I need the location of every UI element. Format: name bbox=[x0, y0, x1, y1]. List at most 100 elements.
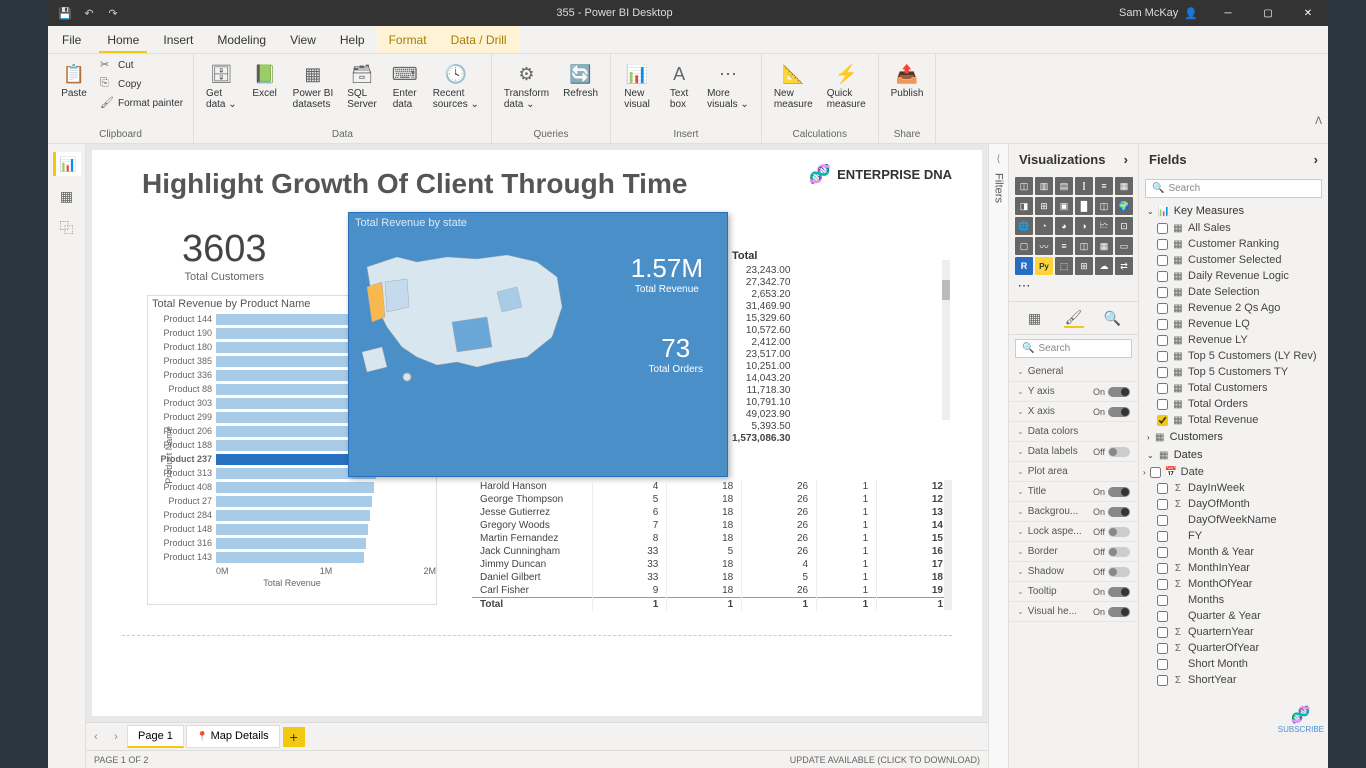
field-checkbox[interactable] bbox=[1157, 383, 1168, 394]
transform-data-button[interactable]: ⚙Transform data ⌄ bbox=[498, 56, 555, 114]
toggle-switch[interactable]: On bbox=[1093, 387, 1130, 397]
viz-type-icon[interactable]: ⊡ bbox=[1115, 217, 1133, 235]
format-section-lockaspe[interactable]: ⌄Lock aspe...Off bbox=[1009, 522, 1138, 542]
field-item[interactable]: ▦Revenue 2 Qs Ago bbox=[1139, 300, 1328, 316]
viz-type-icon[interactable]: ◕ bbox=[1055, 217, 1073, 235]
new-measure-button[interactable]: 📐New measure bbox=[768, 56, 819, 114]
report-view-button[interactable]: 📊 bbox=[53, 152, 81, 176]
viz-type-icon[interactable]: R bbox=[1015, 257, 1033, 275]
toggle-switch[interactable]: On bbox=[1093, 407, 1130, 417]
toggle-switch[interactable]: Off bbox=[1093, 567, 1130, 577]
add-page-button[interactable]: + bbox=[283, 727, 305, 747]
field-checkbox[interactable] bbox=[1157, 563, 1168, 574]
field-item[interactable]: FY bbox=[1139, 528, 1328, 544]
field-item[interactable]: ΣQuarterOfYear bbox=[1139, 640, 1328, 656]
field-checkbox[interactable] bbox=[1157, 303, 1168, 314]
publish-button[interactable]: 📤Publish bbox=[885, 56, 930, 103]
field-group-dates[interactable]: ⌄▦Dates bbox=[1139, 446, 1328, 464]
field-item[interactable]: DayOfWeekName bbox=[1139, 512, 1328, 528]
toggle-switch[interactable]: Off bbox=[1093, 547, 1130, 557]
format-tab-icon[interactable]: 🖌 bbox=[1064, 308, 1084, 328]
viz-type-icon[interactable]: ⬚ bbox=[1055, 257, 1073, 275]
file-menu[interactable]: File bbox=[48, 26, 95, 53]
field-checkbox[interactable] bbox=[1157, 531, 1168, 542]
format-painter-button[interactable]: 🖌Format painter bbox=[96, 94, 187, 112]
toggle-switch[interactable]: On bbox=[1093, 487, 1130, 497]
format-section-yaxis[interactable]: ⌄Y axisOn bbox=[1009, 382, 1138, 402]
format-section-title[interactable]: ⌄TitleOn bbox=[1009, 482, 1138, 502]
kpi-total-customers[interactable]: 3603 Total Customers bbox=[182, 228, 267, 283]
field-checkbox[interactable] bbox=[1157, 595, 1168, 606]
viz-type-icon[interactable]: ◑ bbox=[1075, 217, 1093, 235]
filters-pane[interactable]: ⟨ Filters bbox=[988, 144, 1008, 768]
field-checkbox[interactable] bbox=[1157, 643, 1168, 654]
format-section-general[interactable]: ⌄General bbox=[1009, 362, 1138, 382]
menu-tab-format[interactable]: Format bbox=[377, 26, 439, 53]
viz-type-icon[interactable]: ☁ bbox=[1095, 257, 1113, 275]
user-account[interactable]: Sam McKay 👤 bbox=[1109, 7, 1208, 20]
table-visual[interactable]: Harold Hanson41826112George Thompson5182… bbox=[472, 480, 952, 611]
field-item[interactable]: ΣDayInWeek bbox=[1139, 480, 1328, 496]
menu-tab-home[interactable]: Home bbox=[95, 26, 151, 53]
viz-type-icon[interactable]: ▣ bbox=[1055, 197, 1073, 215]
get-data-button[interactable]: 🗄Get data ⌄ bbox=[200, 56, 243, 114]
field-checkbox[interactable] bbox=[1157, 659, 1168, 670]
page-next-button[interactable]: › bbox=[106, 731, 126, 743]
viz-type-icon[interactable]: ▥ bbox=[1035, 177, 1053, 195]
enter-data-button[interactable]: ⌨Enter data bbox=[385, 56, 425, 114]
text-box-button[interactable]: AText box bbox=[659, 56, 699, 114]
field-checkbox[interactable] bbox=[1157, 287, 1168, 298]
table-row[interactable]: George Thompson51826112 bbox=[472, 493, 952, 506]
field-item[interactable]: ▦All Sales bbox=[1139, 220, 1328, 236]
viz-type-icon[interactable]: Py bbox=[1035, 257, 1053, 275]
field-item[interactable]: ΣMonthInYear bbox=[1139, 560, 1328, 576]
report-canvas[interactable]: Highlight Growth Of Client Through Time … bbox=[92, 150, 982, 716]
field-item[interactable]: ▦Customer Selected bbox=[1139, 252, 1328, 268]
table-row[interactable]: Jimmy Duncan33184117 bbox=[472, 558, 952, 571]
fields-header[interactable]: Fields› bbox=[1139, 144, 1328, 175]
undo-icon[interactable]: ↶ bbox=[82, 6, 96, 20]
viz-type-icon[interactable]: ≡ bbox=[1095, 177, 1113, 195]
field-item[interactable]: ▦Total Revenue bbox=[1139, 412, 1328, 428]
format-search-input[interactable]: 🔍Search bbox=[1015, 339, 1132, 358]
field-checkbox[interactable] bbox=[1157, 547, 1168, 558]
format-section-tooltip[interactable]: ⌄TooltipOn bbox=[1009, 582, 1138, 602]
paste-button[interactable]: 📋Paste bbox=[54, 56, 94, 103]
page-tab[interactable]: Map Details bbox=[186, 725, 280, 748]
format-section-datacolors[interactable]: ⌄Data colors bbox=[1009, 422, 1138, 442]
table-row[interactable]: Daniel Gilbert33185118 bbox=[472, 571, 952, 584]
field-checkbox[interactable] bbox=[1157, 335, 1168, 346]
field-checkbox[interactable] bbox=[1157, 239, 1168, 250]
page-tab[interactable]: Page 1 bbox=[127, 725, 184, 748]
menu-tab-modeling[interactable]: Modeling bbox=[205, 26, 278, 53]
toggle-switch[interactable]: On bbox=[1093, 587, 1130, 597]
menu-tab-data---drill[interactable]: Data / Drill bbox=[439, 26, 519, 53]
analytics-tab-icon[interactable]: 🔍 bbox=[1103, 308, 1123, 328]
viz-type-icon[interactable]: ◫ bbox=[1015, 177, 1033, 195]
new-visual-button[interactable]: 📊New visual bbox=[617, 56, 657, 114]
fields-tab-icon[interactable]: ▦ bbox=[1025, 308, 1045, 328]
viz-type-icon[interactable]: ≡ bbox=[1055, 237, 1073, 255]
filters-expand-icon[interactable]: ⟨ bbox=[997, 154, 1001, 165]
fields-search-input[interactable]: 🔍Search bbox=[1145, 179, 1322, 198]
field-item[interactable]: ΣDayOfMonth bbox=[1139, 496, 1328, 512]
field-item[interactable]: ▦Revenue LY bbox=[1139, 332, 1328, 348]
bar-row[interactable]: Product 316 bbox=[148, 536, 436, 550]
viz-type-icon[interactable]: ▦ bbox=[1095, 237, 1113, 255]
viz-type-icon[interactable]: ◔ bbox=[1035, 217, 1053, 235]
table-scrollbar[interactable] bbox=[944, 480, 952, 610]
viz-type-icon[interactable]: 〰 bbox=[1035, 237, 1053, 255]
quick-measure-button[interactable]: ⚡Quick measure bbox=[821, 56, 872, 114]
scrollbar-thumb[interactable] bbox=[942, 280, 950, 300]
field-item[interactable]: Quarter & Year bbox=[1139, 608, 1328, 624]
page-prev-button[interactable]: ‹ bbox=[86, 731, 106, 743]
more-visuals-button[interactable]: ⋯More visuals ⌄ bbox=[701, 56, 755, 114]
viz-type-icon[interactable]: ▦ bbox=[1115, 177, 1133, 195]
format-section-datalabels[interactable]: ⌄Data labelsOff bbox=[1009, 442, 1138, 462]
copy-button[interactable]: ⎘Copy bbox=[96, 75, 187, 93]
field-item[interactable]: ›📅Date bbox=[1139, 464, 1328, 480]
data-view-button[interactable]: ▦ bbox=[53, 184, 81, 208]
viz-type-icon[interactable]: ⫿ bbox=[1075, 177, 1093, 195]
model-view-button[interactable]: ⿻ bbox=[53, 216, 81, 240]
subscribe-badge[interactable]: 🧬 SUBSCRIBE bbox=[1278, 705, 1324, 734]
